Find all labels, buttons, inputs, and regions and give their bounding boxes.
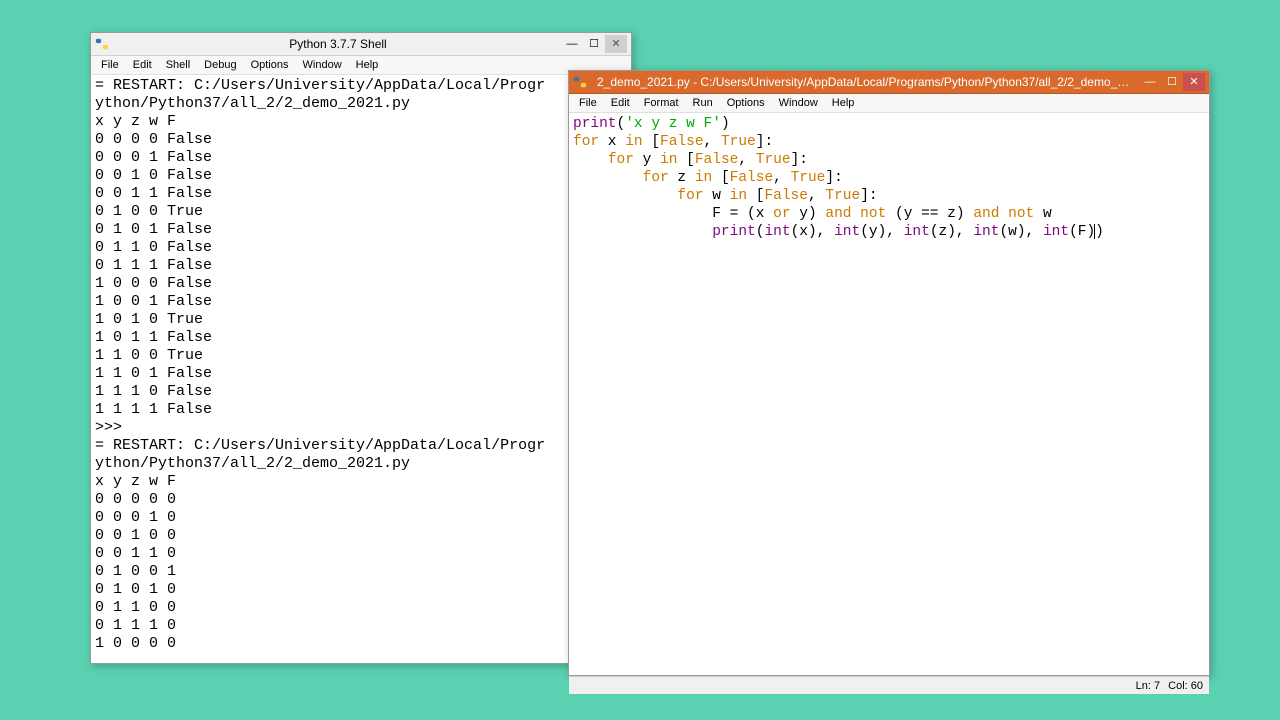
menu-run[interactable]: Run <box>687 96 719 110</box>
menu-options[interactable]: Options <box>721 96 771 110</box>
shell-output[interactable]: = RESTART: C:/Users/University/AppData/L… <box>91 75 631 681</box>
menu-edit[interactable]: Edit <box>127 58 158 72</box>
editor-window: 2_demo_2021.py - C:/Users/University/App… <box>568 70 1210 676</box>
text-cursor <box>1094 224 1095 239</box>
app-icon <box>573 75 587 89</box>
maximize-button[interactable]: ☐ <box>1161 73 1183 91</box>
minimize-button[interactable]: — <box>1139 73 1161 91</box>
minimize-button[interactable]: — <box>561 35 583 53</box>
close-button[interactable]: ✕ <box>1183 73 1205 91</box>
menu-help[interactable]: Help <box>350 58 385 72</box>
menu-edit[interactable]: Edit <box>605 96 636 110</box>
editor-code[interactable]: print('x y z w F') for x in [False, True… <box>569 113 1209 676</box>
editor-statusbar: Ln: 7 Col: 60 <box>569 676 1209 694</box>
shell-window: Python 3.7.7 Shell — ☐ ✕ FileEditShellDe… <box>90 32 632 664</box>
menu-window[interactable]: Window <box>297 58 348 72</box>
editor-title: 2_demo_2021.py - C:/Users/University/App… <box>593 75 1139 89</box>
shell-window-buttons: — ☐ ✕ <box>561 35 627 53</box>
menu-file[interactable]: File <box>95 58 125 72</box>
maximize-button[interactable]: ☐ <box>583 35 605 53</box>
menu-window[interactable]: Window <box>773 96 824 110</box>
status-col: Col: 60 <box>1168 680 1203 692</box>
editor-titlebar[interactable]: 2_demo_2021.py - C:/Users/University/App… <box>569 71 1209 94</box>
shell-titlebar[interactable]: Python 3.7.7 Shell — ☐ ✕ <box>91 33 631 56</box>
status-line: Ln: 7 <box>1136 680 1160 692</box>
menu-format[interactable]: Format <box>638 96 685 110</box>
app-icon <box>95 37 109 51</box>
close-button[interactable]: ✕ <box>605 35 627 53</box>
menu-options[interactable]: Options <box>245 58 295 72</box>
editor-window-buttons: — ☐ ✕ <box>1139 73 1205 91</box>
shell-menubar: FileEditShellDebugOptionsWindowHelp <box>91 56 631 75</box>
shell-title: Python 3.7.7 Shell <box>115 37 561 51</box>
editor-menubar: FileEditFormatRunOptionsWindowHelp <box>569 94 1209 113</box>
menu-file[interactable]: File <box>573 96 603 110</box>
menu-help[interactable]: Help <box>826 96 861 110</box>
menu-shell[interactable]: Shell <box>160 58 196 72</box>
menu-debug[interactable]: Debug <box>198 58 242 72</box>
